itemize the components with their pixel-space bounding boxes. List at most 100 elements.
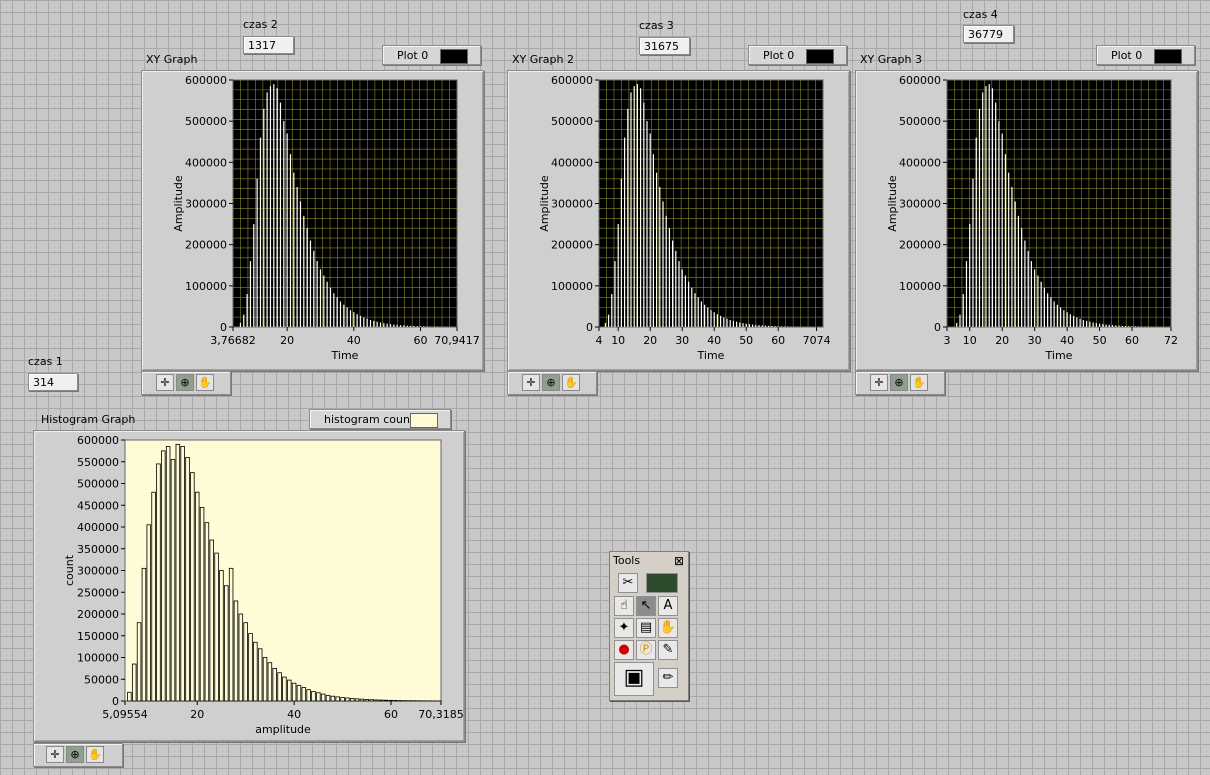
tools-palette-window[interactable]: Tools ⊠ ✂ ☝ ↖ A ✦ ▤ ✋ ● Ⓟ ✎ ▣ ✏ <box>609 551 689 701</box>
histogram-graph-chart[interactable]: 6000005500005000004500004000003500003000… <box>33 430 463 740</box>
y-tick-label: 100000 <box>899 280 941 293</box>
zoom-tool-icon[interactable]: ⊕ <box>890 374 908 391</box>
y-tick-label: 600000 <box>899 74 941 87</box>
x-tick-label: 60 <box>1125 334 1139 347</box>
histogram-bar <box>262 657 268 702</box>
xy-graph-1-chart[interactable]: 600000 500000 400000 300000 200000 100000 03,7… <box>141 70 482 369</box>
czas2-indicator[interactable]: 1317 <box>243 36 294 54</box>
zoom-tool-icon[interactable]: ⊕ <box>66 746 84 763</box>
histogram-bar <box>156 463 161 702</box>
breakpoint-tool-icon[interactable]: ● <box>614 640 634 660</box>
histogram-bar <box>127 691 132 702</box>
y-tick-label: 300000 <box>551 198 593 211</box>
xy-graph-1-legend[interactable]: Plot 0 <box>382 45 481 65</box>
y-tick-label: 400000 <box>551 156 593 169</box>
histogram-bar <box>364 699 370 702</box>
cursor-tool-icon[interactable]: ✛ <box>46 746 64 763</box>
operate-tool-icon[interactable]: ☝ <box>614 596 634 616</box>
histogram-bar <box>306 689 311 702</box>
czas4-indicator[interactable]: 36779 <box>963 25 1014 43</box>
y-tick-label: 300000 <box>185 198 227 211</box>
czas1-indicator[interactable]: 314 <box>28 373 78 391</box>
x-tick-label: 72 <box>1164 334 1178 347</box>
color-brush-icon[interactable]: ✏ <box>658 668 678 688</box>
histogram-bar <box>379 699 384 702</box>
xy-graph-1-legend-label: Plot 0 <box>397 49 429 62</box>
histogram-bar <box>214 552 219 702</box>
histogram-bar <box>369 699 374 702</box>
text-tool-icon[interactable]: A <box>658 596 678 616</box>
zoom-tool-icon[interactable]: ⊕ <box>542 374 560 391</box>
x-tick-label: 70,9417 <box>434 334 480 347</box>
zoom-tool-icon[interactable]: ⊕ <box>176 374 194 391</box>
get-color-tool-icon[interactable]: ✎ <box>658 640 678 660</box>
xy-graph-2-legend-label: Plot 0 <box>763 49 795 62</box>
pan-tool-icon[interactable]: ✋ <box>86 746 104 763</box>
histogram-bar <box>224 585 229 702</box>
set-color-tool-icon[interactable]: ▣ <box>614 662 654 696</box>
x-tick-label: 40 <box>707 334 721 347</box>
y-tick-label: 500000 <box>551 115 593 128</box>
czas3-indicator[interactable]: 31675 <box>639 37 690 55</box>
histogram-legend[interactable]: histogram count <box>309 409 451 429</box>
x-tick-label: 3 <box>944 334 951 347</box>
x-tick-label: 20 <box>643 334 657 347</box>
y-tick-label: 500000 <box>899 115 941 128</box>
cursor-tool-icon[interactable]: ✛ <box>156 374 174 391</box>
histogram-bar <box>257 648 263 702</box>
y-tick-label: 550000 <box>77 456 119 469</box>
y-tick-label: 200000 <box>77 608 119 621</box>
histogram-bar <box>253 641 258 702</box>
pan-tool-icon[interactable]: ✋ <box>910 374 928 391</box>
y-tick-label: 300000 <box>77 565 119 578</box>
histogram-graph-title: Histogram Graph <box>41 413 136 426</box>
xy-graph-2-graph-palette: ✛ ⊕ ✋ <box>507 371 597 395</box>
histogram-bar <box>131 663 137 702</box>
pan-tool-icon[interactable]: ✋ <box>562 374 580 391</box>
xy-graph-2-title: XY Graph 2 <box>512 53 574 66</box>
cursor-tool-icon[interactable]: ✛ <box>522 374 540 391</box>
histogram-bar <box>204 522 210 702</box>
histogram-bar <box>151 491 156 702</box>
xy-graph-3-legend[interactable]: Plot 0 <box>1096 45 1195 65</box>
histogram-bar <box>185 456 190 702</box>
y-tick-label: 0 <box>934 321 941 334</box>
histogram-bar <box>228 567 234 702</box>
czas4-label: czas 4 <box>963 8 998 21</box>
x-tick-label: 30 <box>1028 334 1042 347</box>
xy-graph-3-title: XY Graph 3 <box>860 53 922 66</box>
y-tick-label: 150000 <box>77 630 119 643</box>
x-tick-label: 10 <box>963 334 977 347</box>
automatic-tool-icon[interactable]: ✂ <box>618 573 638 593</box>
histogram-bar <box>359 698 365 702</box>
histogram-bar <box>330 695 336 702</box>
x-tick-label: 20 <box>190 708 204 721</box>
x-tick-label: 20 <box>995 334 1009 347</box>
x-tick-label: 60 <box>771 334 785 347</box>
y-tick-label: 400000 <box>77 521 119 534</box>
histogram-bar <box>190 472 195 702</box>
y-tick-label: 600000 <box>185 74 227 87</box>
scroll-tool-icon[interactable]: ✋ <box>658 618 678 638</box>
y-tick-label: 300000 <box>899 198 941 211</box>
position-tool-icon[interactable]: ↖ <box>636 596 656 616</box>
wiring-tool-icon[interactable]: ✦ <box>614 618 634 638</box>
shortcut-menu-tool-icon[interactable]: ▤ <box>636 618 656 638</box>
histogram-bar <box>325 694 331 702</box>
y-tick-label: 200000 <box>185 239 227 252</box>
x-tick-label: 50 <box>739 334 753 347</box>
czas2-label: czas 2 <box>243 18 278 31</box>
xy-graph-3-chart[interactable]: 600000 500000 400000 300000 200000 100000 03 10… <box>855 70 1196 369</box>
cursor-tool-icon[interactable]: ✛ <box>870 374 888 391</box>
xy-graph-2-chart[interactable]: 600000 500000 400000 300000 200000 100000 04 10… <box>507 70 848 369</box>
x-tick-label: 50 <box>1093 334 1107 347</box>
xy-graph-2-legend[interactable]: Plot 0 <box>748 45 847 65</box>
y-tick-label: 250000 <box>77 586 119 599</box>
close-icon[interactable]: ⊠ <box>674 554 684 568</box>
probe-tool-icon[interactable]: Ⓟ <box>636 640 656 660</box>
histogram-plot-icon <box>410 413 438 428</box>
pan-tool-icon[interactable]: ✋ <box>196 374 214 391</box>
histogram-graph-palette: ✛ ⊕ ✋ <box>33 743 123 767</box>
x-tick-label: 3,76682 <box>210 334 256 347</box>
histogram-bar <box>282 676 287 702</box>
